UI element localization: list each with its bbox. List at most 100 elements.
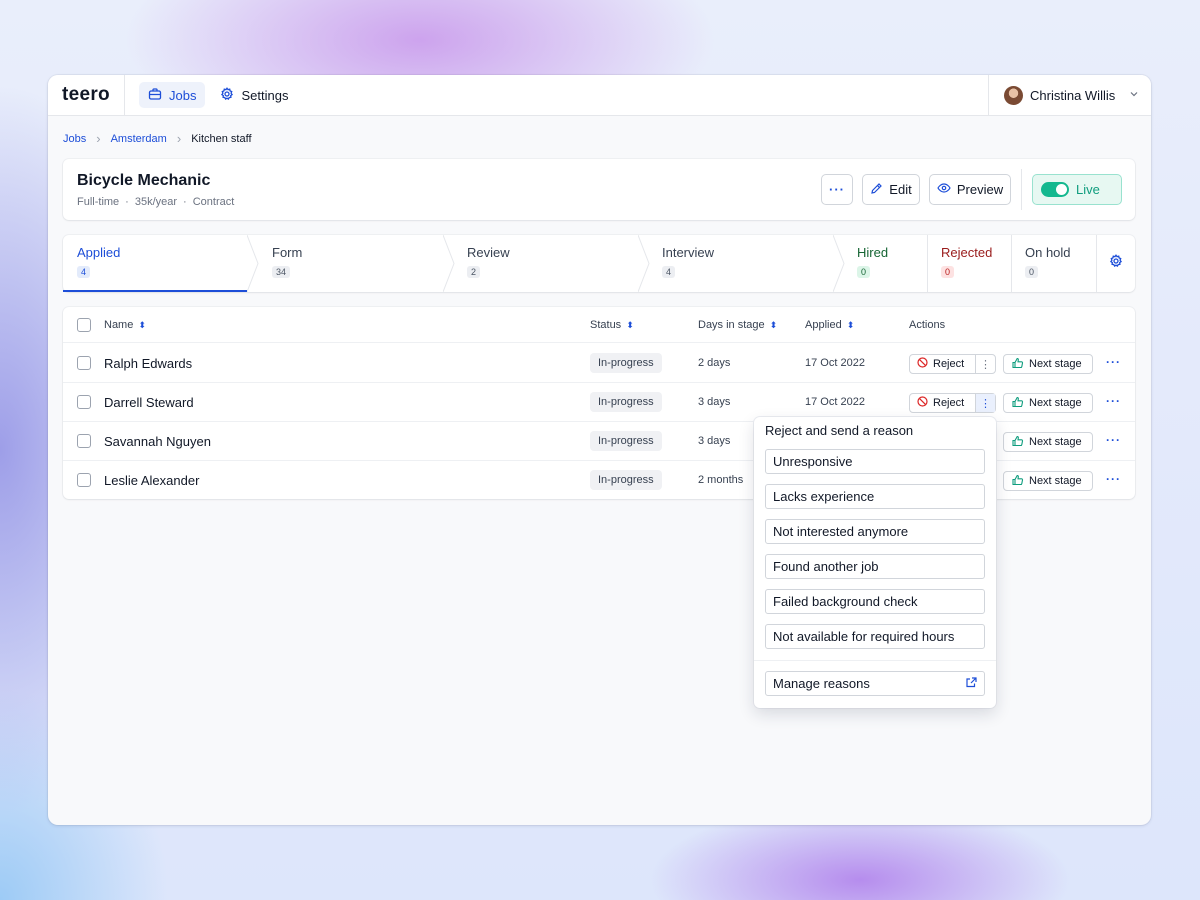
toggle-switch [1041,182,1069,197]
candidate-name[interactable]: Savannah Nguyen [104,434,211,449]
chevron-right-icon: › [96,131,101,146]
kebab-icon: ⋮ [980,397,991,410]
stage-label: Applied [77,245,121,260]
live-toggle[interactable]: Live [1032,174,1122,205]
candidate-name[interactable]: Leslie Alexander [104,473,199,488]
table-row[interactable]: Ralph Edwards In-progress 2 days 17 Oct … [63,344,1135,383]
nav-jobs[interactable]: Jobs [139,82,206,108]
next-stage-button[interactable]: Next stage [1003,354,1093,374]
stage-count: 2 [467,266,481,278]
status-badge: In-progress [590,392,662,412]
stage-label: On hold [1025,245,1071,260]
edit-button[interactable]: Edit [862,174,920,205]
reject-label: Reject [933,358,965,370]
column-applied[interactable]: Applied ⬍ [805,319,854,331]
select-all-checkbox[interactable] [77,318,91,332]
tab-hired[interactable]: Hired 0 [857,235,888,292]
row-more-button[interactable]: ··· [1106,394,1121,408]
reject-reasons-menu: Reject and send a reason Unresponsive La… [754,417,996,708]
tab-form[interactable]: Form 34 [272,235,302,292]
stage-separator [638,235,650,292]
status-badge: In-progress [590,431,662,451]
preview-button[interactable]: Preview [929,174,1011,205]
pencil-icon [870,182,883,198]
column-status[interactable]: Status ⬍ [590,319,634,331]
next-stage-button[interactable]: Next stage [1003,393,1093,413]
reason-option[interactable]: Not interested anymore [765,519,985,544]
tab-applied[interactable]: Applied 4 [77,235,120,292]
job-meta: Full-time · 35k/year · Contract [77,196,235,208]
eye-icon [937,182,951,197]
status-badge: In-progress [590,470,662,490]
tab-review[interactable]: Review 2 [467,235,510,292]
stage-count: 4 [77,266,91,278]
candidate-name[interactable]: Ralph Edwards [104,356,192,371]
applied-date: 17 Oct 2022 [805,396,865,408]
candidate-name[interactable]: Darrell Steward [104,395,194,410]
reject-reasons-button[interactable]: ⋮ [975,394,995,412]
row-more-button[interactable]: ··· [1106,355,1121,369]
job-header-card: Bicycle Mechanic Full-time · 35k/year · … [63,159,1135,220]
days-in-stage: 3 days [698,396,731,408]
teero-logo[interactable]: teero [48,75,125,116]
row-more-button[interactable]: ··· [1106,472,1121,486]
menu-divider [754,660,996,661]
active-tab-indicator [63,290,247,292]
thumbs-up-icon [1012,474,1024,489]
column-actions-label: Actions [909,319,946,331]
top-nav: teero Jobs Settings Christina Willis [48,75,1151,116]
stage-label: Interview [662,245,715,260]
user-menu[interactable]: Christina Willis [988,75,1151,116]
reason-option[interactable]: Unresponsive [765,449,985,474]
pipeline-settings-button[interactable] [1096,235,1135,292]
row-checkbox[interactable] [77,356,91,370]
reject-label: Reject [933,397,965,409]
column-status-label: Status [590,319,622,331]
stage-label: Hired [857,245,889,260]
stage-count: 0 [941,266,955,278]
divider [1021,169,1022,210]
stage-label: Review [467,245,510,260]
column-name[interactable]: Name ⬍ [104,319,146,331]
days-in-stage: 3 days [698,435,731,447]
ban-icon [917,357,928,371]
user-name: Christina Willis [1030,88,1116,103]
gear-icon [220,86,234,104]
stage-label: Form [272,245,303,260]
days-in-stage: 2 months [698,474,744,486]
ban-icon [917,396,928,410]
next-stage-button[interactable]: Next stage [1003,471,1093,491]
job-salary: 35k/year [134,196,178,208]
external-link-icon [966,676,977,691]
gear-icon [1109,254,1123,273]
tab-rejected[interactable]: Rejected 0 [941,235,992,292]
row-checkbox[interactable] [77,473,91,487]
more-options-button[interactable]: ··· [821,174,853,205]
reject-button-group: Reject ⋮ [909,354,996,374]
column-days[interactable]: Days in stage ⬍ [698,319,777,331]
tab-on-hold[interactable]: On hold 0 [1025,235,1071,292]
tab-interview[interactable]: Interview 4 [662,235,714,292]
nav-settings[interactable]: Settings [211,82,297,108]
row-more-button[interactable]: ··· [1106,433,1121,447]
sort-icon: ⬍ [138,319,146,330]
manage-reasons-button[interactable]: Manage reasons [765,671,985,696]
avatar [1004,86,1023,105]
row-checkbox[interactable] [77,395,91,409]
reason-option[interactable]: Not available for required hours [765,624,985,649]
reason-option[interactable]: Found another job [765,554,985,579]
stage-separator [833,235,845,292]
reason-option[interactable]: Failed background check [765,589,985,614]
row-checkbox[interactable] [77,434,91,448]
breadcrumb-amsterdam[interactable]: Amsterdam [111,133,167,145]
reason-option[interactable]: Lacks experience [765,484,985,509]
reject-button[interactable]: Reject [910,394,975,412]
job-contract: Contract [192,196,235,208]
reject-reasons-button[interactable]: ⋮ [975,355,995,373]
preview-label: Preview [956,182,1004,197]
next-stage-button[interactable]: Next stage [1003,432,1093,452]
table-header: Name ⬍ Status ⬍ Days in stage ⬍ Applied … [63,307,1135,343]
reject-button[interactable]: Reject [910,355,975,373]
breadcrumb-jobs[interactable]: Jobs [63,133,86,145]
status-badge: In-progress [590,353,662,373]
